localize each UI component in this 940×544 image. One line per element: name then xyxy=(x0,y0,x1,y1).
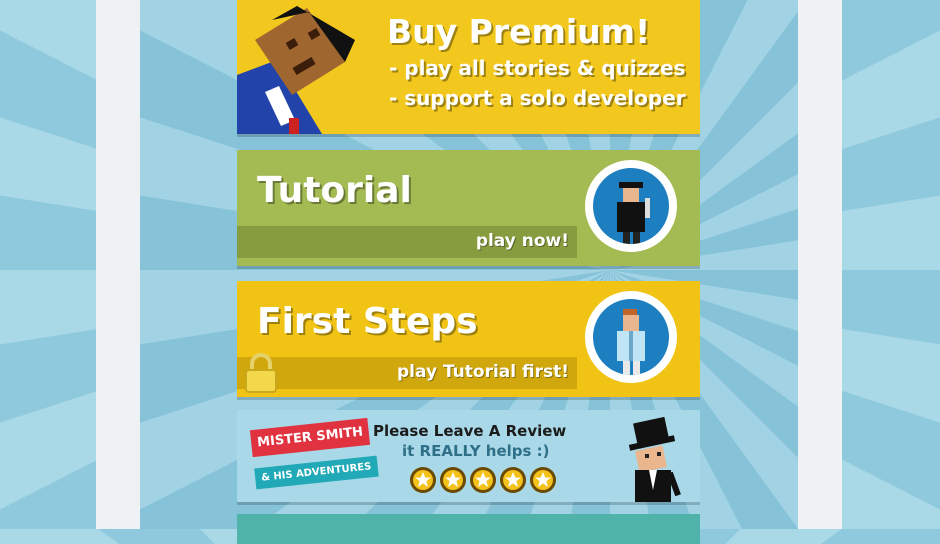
star-icon xyxy=(500,467,526,493)
star-icon xyxy=(440,467,466,493)
lock-icon xyxy=(245,353,277,393)
first-steps-action-label: play Tutorial first! xyxy=(397,362,569,382)
premium-title: Buy Premium! xyxy=(387,12,651,51)
tutorial-card[interactable]: Tutorial play now! xyxy=(237,150,700,266)
logo-line-2: & HIS ADVENTURES xyxy=(254,455,379,490)
star-icon xyxy=(410,467,436,493)
review-subheading: it REALLY helps :) xyxy=(402,442,550,460)
tutorial-action-bar[interactable]: play now! xyxy=(237,226,577,258)
review-card[interactable]: MISTER SMITH & HIS ADVENTURES Please Lea… xyxy=(237,410,700,502)
first-steps-card[interactable]: First Steps play Tutorial first! xyxy=(237,281,700,397)
next-card-partial[interactable] xyxy=(237,514,700,544)
star-rating[interactable] xyxy=(409,466,559,494)
first-steps-title: First Steps xyxy=(257,301,478,342)
star-icon xyxy=(470,467,496,493)
review-heading: Please Leave A Review xyxy=(373,422,567,440)
premium-line-2: - support a solo developer xyxy=(389,86,686,110)
tutorial-avatar xyxy=(585,160,677,252)
pixel-character-icon xyxy=(237,6,355,134)
tutorial-action-label: play now! xyxy=(475,231,569,251)
first-steps-action-bar[interactable]: play Tutorial first! xyxy=(237,357,577,389)
right-bezel xyxy=(798,0,842,529)
top-hat-character-icon xyxy=(628,416,681,502)
left-bezel xyxy=(96,0,140,529)
logo-line-1: MISTER SMITH xyxy=(249,417,371,458)
graduate-icon xyxy=(617,182,650,244)
game-logo-badge: MISTER SMITH & HIS ADVENTURES xyxy=(249,417,379,494)
premium-line-1: - play all stories & quizzes xyxy=(389,56,686,80)
first-steps-avatar xyxy=(585,291,677,383)
character-icon xyxy=(617,309,645,375)
buy-premium-card[interactable]: Buy Premium! - play all stories & quizze… xyxy=(237,0,700,134)
star-icon xyxy=(530,467,556,493)
tutorial-title: Tutorial xyxy=(257,170,412,211)
